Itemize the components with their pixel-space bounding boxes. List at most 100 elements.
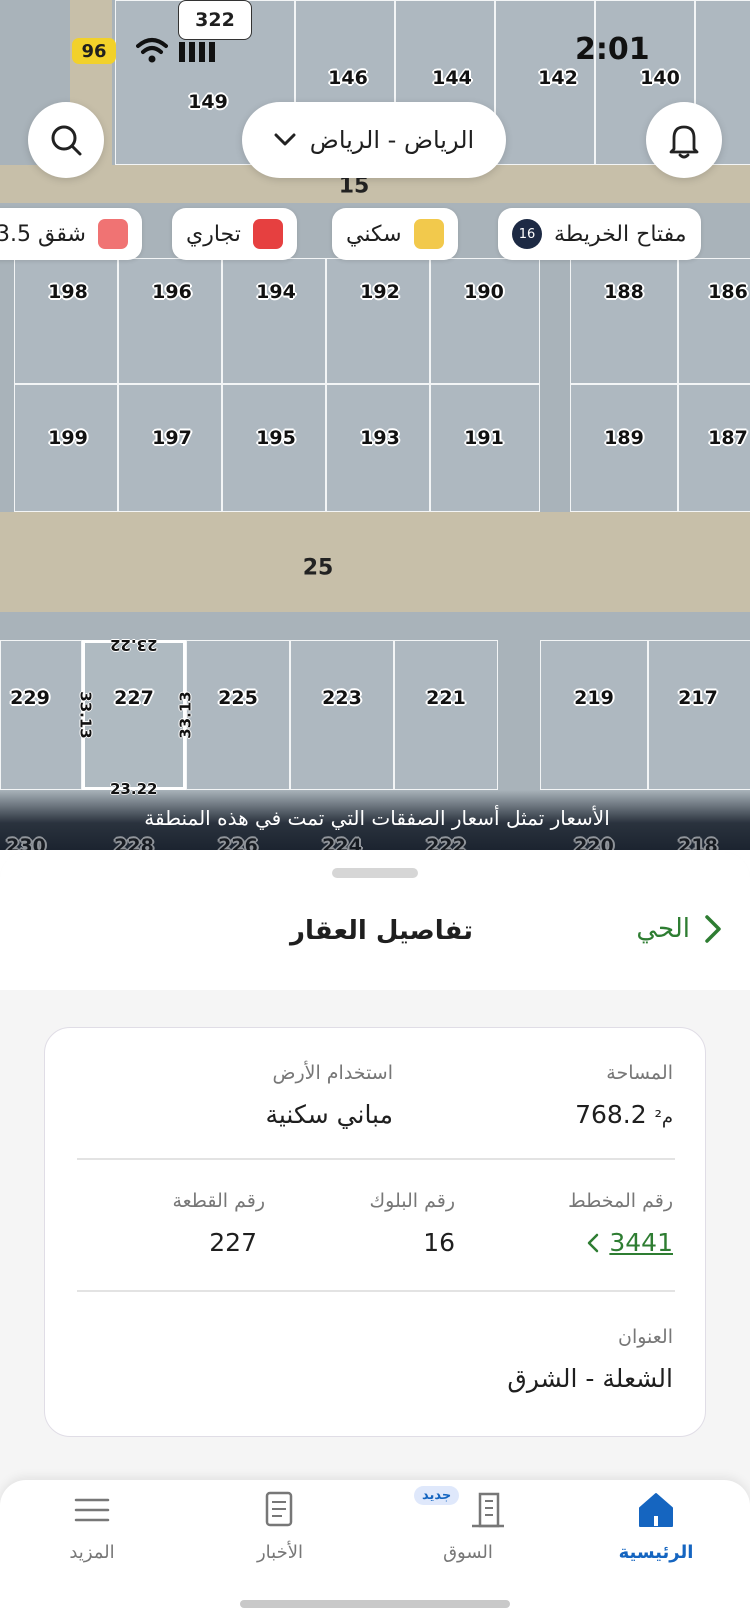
dimension-left: 33.13 — [76, 691, 95, 739]
plot-number[interactable]: 196 — [152, 281, 192, 303]
area-value-unit: م² 768.2 — [575, 1100, 673, 1129]
plan-number-label: رقم المخطط — [568, 1190, 673, 1212]
plot-number[interactable]: 194 — [256, 281, 296, 303]
area-value: 768.2 — [575, 1100, 647, 1129]
legend-label: شقق 3.5 — [0, 221, 86, 247]
plot-number: 226 — [218, 835, 258, 850]
plot-number[interactable]: 221 — [426, 687, 466, 709]
search-button[interactable] — [28, 102, 104, 178]
parcel — [648, 640, 750, 790]
block-number-label: رقم البلوك — [369, 1190, 455, 1212]
plot-number[interactable]: 199 — [48, 427, 88, 449]
legend-item-commercial[interactable]: تجاري — [172, 208, 297, 260]
sheet-header: تفاصيل العقار الحي — [0, 852, 750, 990]
map-price-note: الأسعار تمثل أسعار الصفقات التي تمت في ه… — [144, 806, 610, 830]
plot-number[interactable]: 192 — [360, 281, 400, 303]
dimension-top: 23.22 — [110, 636, 158, 654]
plot-number[interactable]: 229 — [10, 687, 50, 709]
plot-number: 224 — [322, 835, 362, 850]
plot-number[interactable]: 187 — [708, 427, 748, 449]
map-key-button[interactable]: مفتاح الخريطة 16 — [498, 208, 701, 260]
signal-icon — [179, 42, 215, 62]
nav-more[interactable]: المزيد — [22, 1480, 162, 1590]
legend-item-apartments[interactable]: شقق 3.5 — [0, 208, 142, 260]
plot-number: 228 — [114, 835, 154, 850]
divider — [77, 1290, 675, 1292]
plot-number-value: 227 — [209, 1228, 257, 1257]
residential-swatch — [413, 219, 444, 249]
address-value: الشعلة - الشرق — [507, 1364, 673, 1393]
parcel — [14, 258, 118, 384]
plot-number-label: رقم القطعة — [172, 1190, 265, 1212]
plot-number[interactable]: 193 — [360, 427, 400, 449]
nav-market[interactable]: جديد السوق — [398, 1480, 538, 1590]
nav-more-label: المزيد — [69, 1542, 115, 1563]
plot-number[interactable]: 197 — [152, 427, 192, 449]
plan-number-link[interactable]: 3441 — [587, 1228, 673, 1257]
news-icon — [265, 1491, 293, 1527]
parcel — [118, 258, 222, 384]
notifications-button[interactable] — [646, 102, 722, 178]
plot-number[interactable]: 217 — [678, 687, 718, 709]
plot-number[interactable]: 149 — [188, 91, 228, 113]
plot-number[interactable]: 140 — [640, 67, 680, 89]
plot-number-selected[interactable]: 227 — [114, 687, 154, 709]
search-icon — [51, 125, 82, 156]
plot-number[interactable]: 223 — [322, 687, 362, 709]
map-key-label: مفتاح الخريطة — [554, 221, 687, 247]
legend-item-residential[interactable]: سكني — [332, 208, 458, 260]
sheet-drag-handle[interactable] — [332, 868, 418, 878]
menu-icon — [74, 1498, 110, 1522]
building-icon — [471, 1492, 504, 1528]
nav-news[interactable]: الأخبار — [210, 1480, 350, 1590]
plot-number[interactable]: 146 — [328, 67, 368, 89]
selected-parcel-227[interactable] — [82, 640, 186, 790]
parcel — [290, 640, 394, 790]
plot-number[interactable]: 195 — [256, 427, 296, 449]
chevron-left-icon — [588, 1233, 599, 1252]
legend-label: سكني — [346, 221, 402, 247]
parcel — [570, 258, 678, 384]
status-time: 2:01 — [575, 32, 650, 67]
district-link[interactable]: الحي — [636, 914, 722, 944]
plot-number[interactable]: 188 — [604, 281, 644, 303]
map-view[interactable]: 23.22 23.22 33.13 33.13 15 25 149 146 14… — [0, 0, 750, 850]
nav-home-label: الرئيسية — [618, 1542, 694, 1563]
plot-number[interactable]: 142 — [538, 67, 578, 89]
chevron-down-icon — [274, 133, 296, 146]
divider — [77, 1158, 675, 1160]
land-use-value: مباني سكنية — [265, 1100, 393, 1129]
plot-number[interactable]: 191 — [464, 427, 504, 449]
nav-home[interactable]: الرئيسية — [586, 1480, 726, 1590]
road-middle-band — [0, 512, 750, 612]
parcel — [678, 258, 750, 384]
home-indicator — [240, 1600, 510, 1608]
plot-number[interactable]: 219 — [574, 687, 614, 709]
area-unit: م² — [654, 1107, 673, 1128]
plot-number[interactable]: 186 — [708, 281, 748, 303]
plot-number: 222 — [426, 835, 466, 850]
parcel — [222, 258, 326, 384]
city-selector[interactable]: الرياض - الرياض — [242, 102, 506, 178]
plot-number[interactable]: 225 — [218, 687, 258, 709]
nav-market-label: السوق — [443, 1542, 493, 1563]
new-badge: جديد — [414, 1486, 460, 1505]
parcel — [540, 640, 648, 790]
plot-number: 218 — [678, 835, 718, 850]
legend-label: تجاري — [186, 221, 241, 247]
plot-number: 230 — [6, 835, 46, 850]
parcel — [394, 640, 498, 790]
road-label-25: 25 — [302, 555, 334, 581]
plot-number[interactable]: 198 — [48, 281, 88, 303]
property-info-card: المساحة م² 768.2 استخدام الأرض مباني سكن… — [44, 1027, 706, 1437]
chevron-right-icon — [705, 915, 721, 943]
plot-number[interactable]: 144 — [432, 67, 472, 89]
plot-number[interactable]: 190 — [464, 281, 504, 303]
commercial-swatch — [252, 219, 283, 249]
city-selector-label: الرياض - الرياض — [309, 126, 475, 154]
battery-indicator: 96 — [72, 38, 116, 64]
bell-icon — [669, 125, 699, 159]
notification-bubble: 322 — [178, 0, 252, 40]
plot-number[interactable]: 189 — [604, 427, 644, 449]
wifi-icon — [136, 38, 168, 63]
